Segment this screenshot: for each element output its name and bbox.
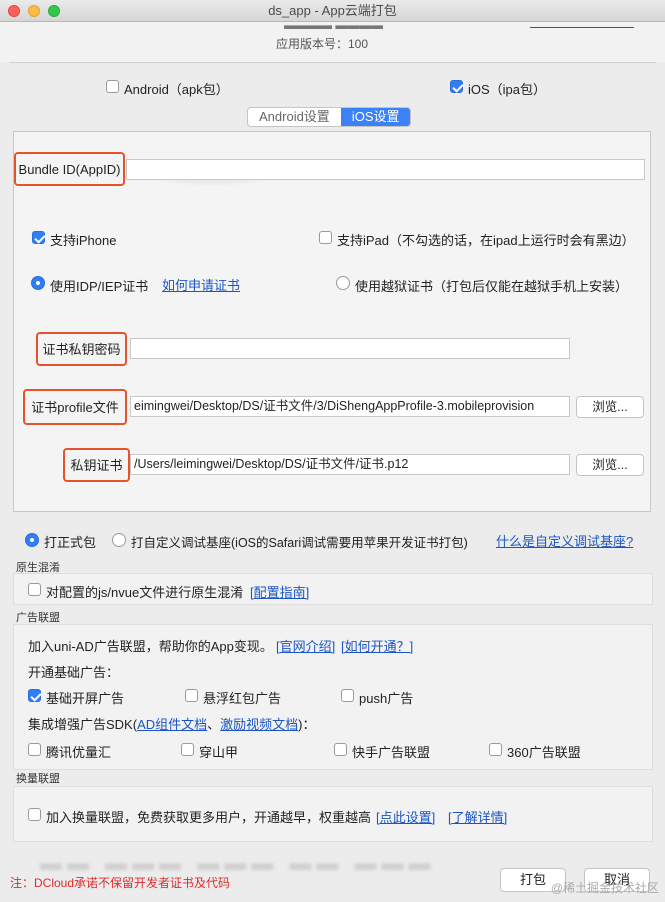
floating-redpacket-ad-label: 悬浮红包广告: [203, 691, 282, 706]
ads-intro-link[interactable]: [官网介绍]: [276, 636, 335, 655]
exchange-label: 加入换量联盟，免费获取更多用户，开通越早，权重越高: [46, 810, 372, 825]
private-key-label: 私钥证书: [70, 457, 123, 473]
minimize-window-button[interactable]: [28, 5, 40, 17]
tab-android-settings[interactable]: Android设置: [248, 108, 341, 126]
ios-checkbox[interactable]: [450, 80, 463, 93]
sdk-ads-title-suffix: )：: [298, 717, 316, 732]
bundle-id-input[interactable]: [126, 159, 645, 180]
ad360-label: 360广告联盟: [507, 745, 581, 760]
watermark: @稀土掘金技术社区: [550, 881, 659, 895]
custom-base-radio[interactable]: [112, 533, 126, 547]
obfuscation-label: 对配置的js/nvue文件进行原生混淆: [46, 585, 244, 600]
support-ipad-label: 支持iPad（不勾选的话，在ipad上运行时会有黑边）: [337, 233, 635, 248]
ads-section-title: 广告联盟: [16, 612, 60, 624]
support-ipad-checkbox[interactable]: [319, 231, 332, 244]
ios-settings-panel: Bundle ID(AppID) 支持iPhone 支持iPad（不勾选的话，在…: [13, 131, 651, 512]
obfuscation-guide-link[interactable]: [配置指南]: [250, 582, 309, 601]
floating-redpacket-ad-checkbox[interactable]: [185, 689, 198, 702]
idp-cert-label: 使用IDP/IEP证书: [50, 279, 149, 294]
tab-ios-settings[interactable]: iOS设置: [340, 108, 411, 126]
window-titlebar: ds_app - App云端打包: [0, 0, 665, 22]
formal-package-radio[interactable]: [25, 533, 39, 547]
blurred-overlay-decoration: ▬▬ ▬▬▬ ▬▬▬ ▬▬ ▬▬▬: [40, 850, 436, 875]
ads-section: 加入uni-AD广告联盟，帮助你的App变现。 [官网介绍] [如何开通？] 开…: [13, 624, 653, 770]
dialog-footer: ▬▬ ▬▬▬ ▬▬▬ ▬▬ ▬▬▬ 注：DCloud承诺不保留开发者证书及代码 …: [0, 848, 665, 902]
ads-howto-link[interactable]: [如何开通？]: [341, 636, 413, 655]
support-iphone-checkbox[interactable]: [32, 231, 45, 244]
ad360-checkbox[interactable]: [489, 743, 502, 756]
splash-ad-label: 基础开屏广告: [46, 691, 125, 706]
jailbreak-cert-label: 使用越狱证书（打包后仅能在越狱手机上安装）: [355, 279, 629, 294]
ios-settings-form: Android（apk包） iOS（ipa包） Android设置 iOS设置 …: [9, 62, 656, 847]
private-key-path-input[interactable]: /Users/leimingwei/Desktop/DS/证书文件/证书.p12: [130, 454, 570, 475]
android-checkbox[interactable]: [106, 80, 119, 93]
cert-password-label: 证书私钥密码: [42, 341, 121, 357]
cert-password-input[interactable]: [130, 338, 570, 359]
profile-label: 证书profile文件: [31, 399, 119, 415]
scrolled-link-fragment[interactable]: [530, 20, 634, 28]
pangle-ad-checkbox[interactable]: [181, 743, 194, 756]
kuaishou-ad-label: 快手广告联盟: [352, 745, 431, 760]
formal-package-label: 打正式包: [44, 535, 97, 550]
custom-base-help-link[interactable]: 什么是自定义调试基座?: [496, 531, 633, 550]
exchange-section-title: 换量联盟: [16, 773, 60, 785]
profile-path-input[interactable]: eimingwei/Desktop/DS/证书文件/3/DiShengAppPr…: [130, 396, 570, 417]
jailbreak-cert-radio[interactable]: [336, 276, 350, 290]
android-label: Android（apk包）: [124, 82, 229, 97]
cert-password-label-highlight: 证书私钥密码: [36, 332, 127, 366]
browse-private-key-button[interactable]: 浏览...: [576, 454, 644, 476]
splash-ad-checkbox[interactable]: [28, 689, 41, 702]
tencent-ad-label: 腾讯优量汇: [46, 745, 112, 760]
close-window-button[interactable]: [8, 5, 20, 17]
version-label: 应用版本号：100: [276, 37, 369, 51]
bundle-id-label: Bundle ID(AppID): [18, 161, 121, 177]
kuaishou-ad-checkbox[interactable]: [334, 743, 347, 756]
window-title: ds_app - App云端打包: [268, 3, 397, 18]
support-iphone-label: 支持iPhone: [50, 233, 117, 248]
app-info-header: ▬▬▬▬ ▬▬▬▬ 应用版本号：100: [0, 20, 665, 62]
private-key-label-highlight: 私钥证书: [63, 448, 130, 482]
idp-cert-radio[interactable]: [31, 276, 45, 290]
scrolled-text-fragment: ▬▬▬▬ ▬▬▬▬: [284, 20, 384, 30]
exchange-checkbox[interactable]: [28, 808, 41, 821]
reward-video-doc-link[interactable]: 激励视频文档: [220, 717, 298, 732]
custom-base-label: 打自定义调试基座(iOS的Safari调试需要用苹果开发证书打包): [131, 536, 468, 550]
pangle-ad-label: 穿山甲: [199, 745, 239, 760]
obfuscation-checkbox[interactable]: [28, 583, 41, 596]
browse-profile-button[interactable]: 浏览...: [576, 396, 644, 418]
apply-cert-link[interactable]: 如何申请证书: [162, 275, 240, 294]
maximize-window-button[interactable]: [48, 5, 60, 17]
sdk-ads-title: 集成增强广告SDK(AD组件文档、激励视频文档)：: [28, 714, 316, 733]
basic-ads-title: 开通基础广告：: [28, 665, 120, 680]
sdk-ads-title-prefix: 集成增强广告SDK(: [28, 717, 138, 732]
push-ad-label: push广告: [359, 691, 414, 706]
platform-tabs: Android设置 iOS设置: [247, 107, 412, 127]
ios-label: iOS（ipa包）: [468, 82, 547, 97]
ads-intro: 加入uni-AD广告联盟，帮助你的App变现。: [28, 639, 273, 654]
obfuscation-section: 对配置的js/nvue文件进行原生混淆 [配置指南]: [13, 573, 653, 605]
exchange-settings-link[interactable]: [点此设置]: [376, 807, 435, 826]
bundle-id-label-highlight: Bundle ID(AppID): [14, 152, 125, 186]
tencent-ad-checkbox[interactable]: [28, 743, 41, 756]
exchange-section: 加入换量联盟，免费获取更多用户，开通越早，权重越高 [点此设置] [了解详情]: [13, 786, 653, 842]
ad-component-doc-link[interactable]: AD组件文档: [137, 717, 207, 732]
exchange-details-link[interactable]: [了解详情]: [448, 807, 507, 826]
sdk-ads-title-separator: 、: [207, 717, 221, 732]
footer-notice: 注：DCloud承诺不保留开发者证书及代码: [10, 876, 231, 890]
push-ad-checkbox[interactable]: [341, 689, 354, 702]
profile-label-highlight: 证书profile文件: [23, 389, 127, 425]
